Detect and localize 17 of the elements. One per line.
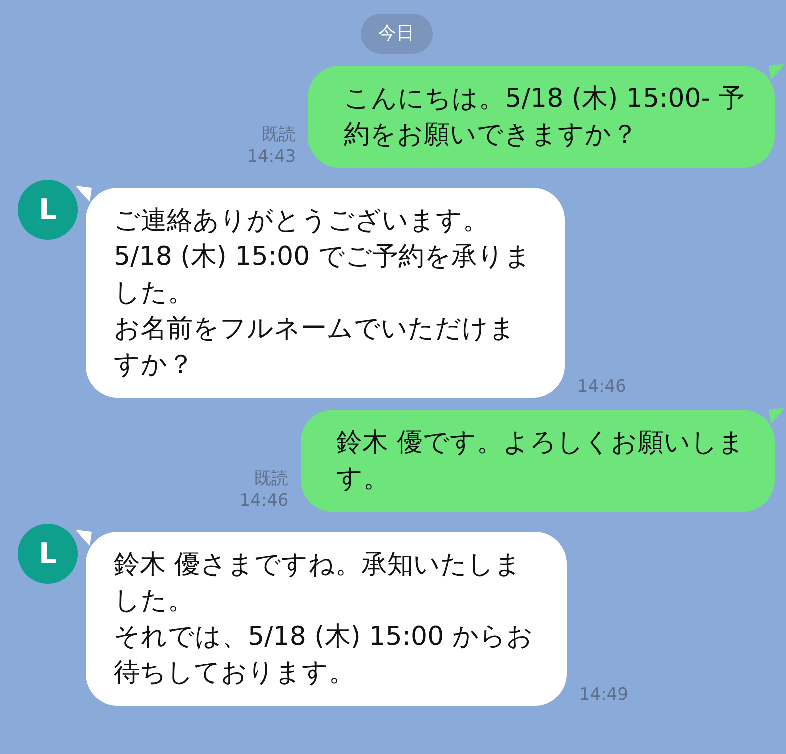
message-text: 鈴木 優です。よろしくお願いしま す。 [336, 427, 745, 496]
avatar: L [18, 180, 78, 240]
message-text: こんにちは。5/18 (木) 15:00- 予 約をお願いできますか？ [344, 83, 745, 152]
message-time: 14:49 [579, 684, 628, 706]
bubble-tail [76, 186, 92, 202]
bubble-tail [769, 408, 785, 424]
message-time: 14:43 [247, 146, 296, 168]
read-receipt: 既読 [254, 468, 289, 490]
read-receipt: 既読 [262, 124, 296, 146]
bubble-tail [769, 64, 785, 80]
message-text: ご連絡ありがとうございます。 5/18 (木) 15:00 でご予約を承りま した。 お名前をフルネームでいただけま すか？ [114, 205, 532, 382]
avatar: L [18, 524, 78, 584]
message-time: 14:46 [577, 376, 626, 398]
message-time: 14:46 [240, 490, 289, 512]
bubble-tail [76, 530, 92, 546]
date-label: 今日 [360, 14, 432, 54]
message-text: 鈴木 優さまですね。承知いたしま した。 それでは、5/18 (木) 15:00 からお 待ちしております。 [114, 549, 534, 690]
